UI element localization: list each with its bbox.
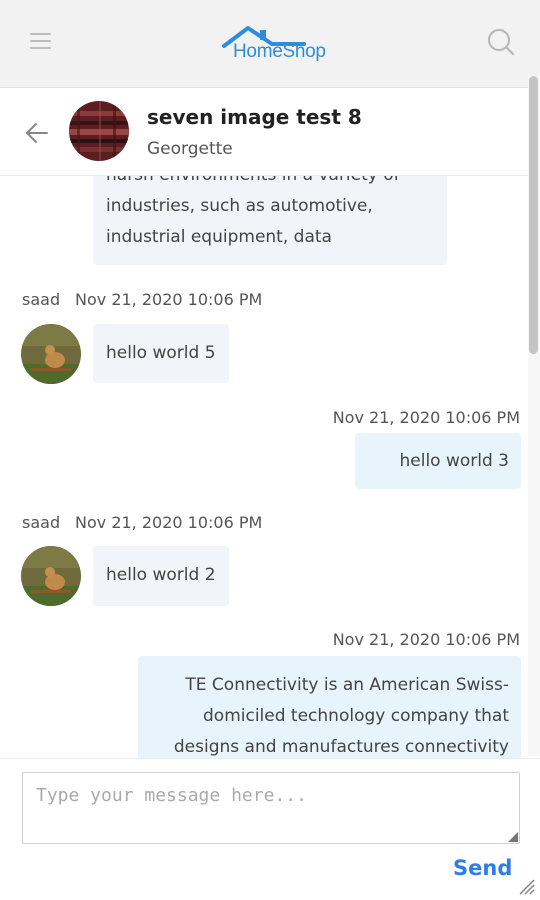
conversation-subtitle: Georgette bbox=[147, 139, 233, 159]
message-line: designs and manufactures connectivity bbox=[173, 737, 509, 757]
message-timestamp: Nov 21, 2020 10:06 PM bbox=[332, 630, 520, 649]
scrollbar-thumb[interactable] bbox=[529, 76, 538, 354]
message-bubble: TE Connectivity is an American Swiss- do… bbox=[138, 656, 521, 758]
logo-text: HomeShop bbox=[233, 41, 326, 62]
message-sender: saad bbox=[22, 513, 61, 532]
avatar bbox=[21, 546, 81, 606]
message-bubble: harsh environments in a variety of indus… bbox=[93, 176, 447, 265]
app-header: HomeShop bbox=[0, 0, 540, 88]
message-line: industries, such as automotive, bbox=[106, 196, 373, 216]
message-line: TE Connectivity is an American Swiss- bbox=[185, 675, 509, 695]
message-line: harsh environments in a variety of bbox=[106, 176, 435, 191]
conversation-title: seven image test 8 bbox=[147, 105, 362, 129]
message-line: hello world 2 bbox=[106, 565, 216, 585]
homeshop-logo[interactable]: HomeShop bbox=[222, 22, 332, 68]
avatar bbox=[21, 324, 81, 384]
message-bubble: hello world 3 bbox=[355, 433, 521, 489]
message-bubble: hello world 5 bbox=[93, 324, 229, 383]
message-timestamp: Nov 21, 2020 10:06 PM bbox=[75, 513, 263, 532]
search-icon[interactable] bbox=[485, 26, 517, 58]
hamburger-menu-icon[interactable] bbox=[28, 30, 54, 52]
message-line: hello world 3 bbox=[399, 451, 509, 471]
message-line: hello world 5 bbox=[106, 343, 216, 363]
message-line: industrial equipment, data bbox=[106, 227, 332, 247]
window-resize-icon[interactable] bbox=[516, 876, 536, 896]
message-bubble: hello world 2 bbox=[93, 546, 229, 606]
send-button[interactable]: Send bbox=[453, 856, 512, 880]
message-timestamp: Nov 21, 2020 10:06 PM bbox=[332, 408, 520, 427]
conversation-avatar bbox=[69, 101, 129, 161]
message-input[interactable] bbox=[22, 772, 520, 844]
back-arrow-icon[interactable] bbox=[24, 120, 50, 146]
message-sender: saad bbox=[22, 290, 61, 309]
message-timestamp: Nov 21, 2020 10:06 PM bbox=[75, 290, 263, 309]
message-line: domiciled technology company that bbox=[203, 706, 509, 726]
resize-grip-icon[interactable] bbox=[506, 830, 518, 842]
message-list[interactable]: harsh environments in a variety of indus… bbox=[0, 176, 528, 758]
